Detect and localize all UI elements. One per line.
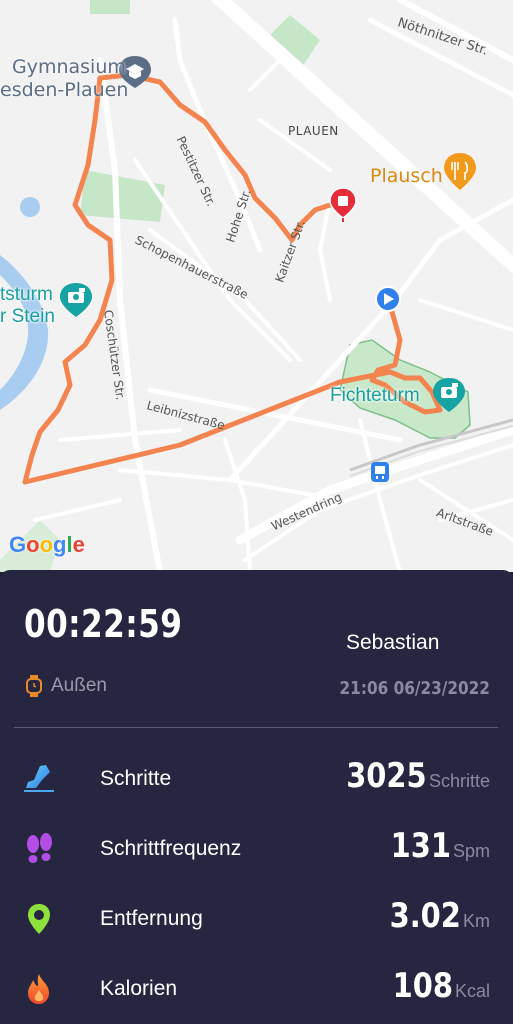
label-gymnasium: Gymnasium [12, 56, 126, 78]
stat-unit-cadence: Spm [452, 841, 490, 861]
stat-value-cadence: 131 [390, 826, 451, 866]
location-pin-icon [28, 904, 50, 934]
stat-value-calories: 108 [392, 966, 453, 1006]
stat-row-steps: Schritte 3025 Schritte [0, 756, 513, 806]
google-logo-letter: g [53, 532, 67, 557]
label-poi-left: tsturm [0, 284, 53, 305]
google-logo-letter: o [39, 532, 54, 557]
google-logo-letter: e [72, 532, 85, 557]
camera-poi-icon [60, 283, 92, 317]
label-gymnasium-line2: esden-Plauen [0, 79, 129, 101]
stat-label-steps: Schritte [100, 767, 172, 790]
stat-label-cadence: Schrittfrequenz [100, 837, 242, 860]
label-poi-left-line2: r Stein [0, 306, 55, 327]
google-logo-letter: G [9, 532, 27, 557]
stat-unit-calories: Kcal [454, 981, 490, 1001]
watch-icon [26, 675, 42, 697]
start-marker-icon [375, 286, 401, 312]
footprints-icon [27, 833, 52, 863]
stat-unit-steps: Schritte [428, 771, 490, 791]
shoe-icon [24, 765, 54, 792]
restaurant-poi-icon [444, 153, 476, 190]
route-map[interactable]: Gymnasium esden-Plauen PLAUEN Plausch Nö… [0, 0, 513, 572]
workout-summary-panel: 00:22:59 Sebastian Außen 21:06 06/23/202… [0, 570, 513, 1024]
flame-icon [28, 974, 49, 1004]
divider [14, 727, 498, 728]
workout-datetime: 21:06 06/23/2022 [339, 678, 490, 699]
label-plausch: Plausch [370, 165, 443, 187]
user-name: Sebastian [346, 631, 440, 654]
label-plauen: PLAUEN [288, 124, 339, 138]
stat-label-distance: Entfernung [100, 907, 203, 930]
google-logo: Google [9, 532, 85, 558]
end-marker-icon [329, 187, 357, 222]
stat-label-calories: Kalorien [100, 977, 178, 1000]
stat-value-steps: 3025 [346, 756, 427, 796]
stat-row-calories: Kalorien 108 Kcal [0, 966, 513, 1016]
tram-stop-icon [371, 462, 389, 482]
stat-row-cadence: Schrittfrequenz 131 Spm [0, 826, 513, 876]
stat-row-distance: Entfernung 3.02 Km [0, 896, 513, 946]
google-logo-letter: o [26, 532, 40, 557]
label-fichteturm: Fichteturm [330, 385, 420, 406]
stat-unit-distance: Km [463, 911, 490, 931]
stat-value-distance: 3.02 [389, 896, 461, 936]
workout-mode: Außen [51, 675, 107, 696]
workout-duration: 00:22:59 [24, 602, 183, 646]
